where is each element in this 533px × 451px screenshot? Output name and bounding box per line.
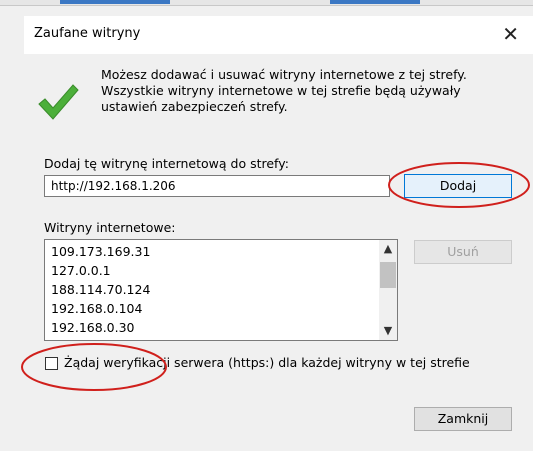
scrollbar[interactable]: ▲ ▼	[379, 240, 397, 340]
background-window-strip	[0, 0, 533, 6]
dialog-title: Zaufane witryny	[34, 26, 141, 41]
list-item[interactable]: 127.0.0.1	[51, 262, 111, 280]
site-url-input[interactable]	[44, 175, 390, 197]
sites-list-label: Witryny internetowe:	[44, 220, 176, 235]
list-item[interactable]: 109.173.169.31	[51, 243, 150, 261]
sites-list[interactable]: 109.173.169.31 127.0.0.1 188.114.70.124 …	[44, 239, 398, 341]
list-item[interactable]: 188.114.70.124	[51, 281, 150, 299]
info-line: Wszystkie witryny internetowe w tej stre…	[101, 83, 461, 98]
https-checkbox-label: Żądaj weryfikacji serwera (https:) dla k…	[64, 355, 470, 370]
list-item[interactable]: 192.168.0.30	[51, 319, 135, 337]
close-icon[interactable]: ✕	[502, 24, 519, 44]
remove-button[interactable]: Usuń	[414, 240, 512, 264]
dialog-titlebar: Zaufane witryny ✕	[24, 16, 533, 54]
list-item[interactable]: 192.168.0.104	[51, 300, 142, 318]
info-line: Możesz dodawać i usuwać witryny internet…	[101, 67, 467, 82]
add-button[interactable]: Dodaj	[404, 174, 512, 198]
close-button[interactable]: Zamknij	[414, 407, 512, 431]
strip-segment	[330, 0, 420, 4]
https-checkbox[interactable]	[45, 357, 58, 370]
checkmark-icon	[38, 84, 79, 120]
info-line: ustawień zabezpieczeń strefy.	[101, 99, 288, 114]
info-text: Możesz dodawać i usuwać witryny internet…	[101, 67, 521, 115]
chevron-up-icon[interactable]: ▲	[379, 240, 397, 258]
add-site-label: Dodaj tę witrynę internetową do strefy:	[44, 156, 289, 171]
chevron-down-icon[interactable]: ▼	[379, 322, 397, 340]
scrollbar-thumb[interactable]	[380, 262, 396, 288]
strip-segment	[60, 0, 170, 4]
